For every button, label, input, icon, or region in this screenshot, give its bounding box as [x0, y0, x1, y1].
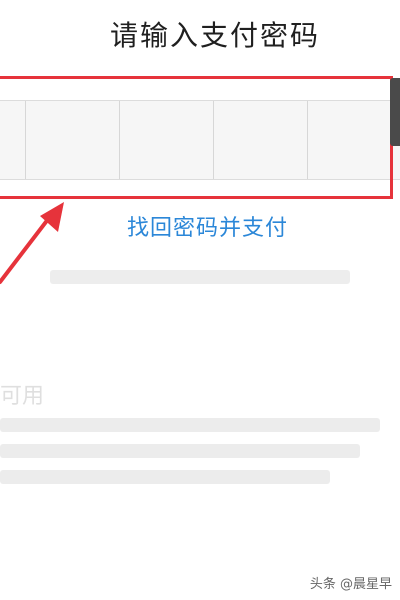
watermark-text: 头条 @晨星早 [309, 577, 392, 592]
background-line [0, 418, 380, 432]
scroll-handle[interactable] [390, 78, 400, 146]
background-heading: 可用 [0, 384, 45, 409]
password-input-area[interactable] [0, 80, 400, 200]
password-cell[interactable] [120, 101, 214, 179]
dialog-title: 请输入支付密码 [109, 19, 320, 52]
password-cell[interactable] [0, 101, 26, 179]
password-cell[interactable] [214, 101, 308, 179]
watermark: 头条 @晨星早 [310, 573, 392, 592]
password-cell[interactable] [308, 101, 400, 179]
background-page: 可用 [0, 240, 400, 600]
background-line [0, 444, 360, 458]
highlight-frame-bottom [0, 196, 392, 199]
background-line [0, 470, 330, 484]
password-input-box[interactable] [0, 100, 400, 180]
highlight-frame-top [0, 76, 392, 79]
background-line [50, 270, 350, 284]
recover-password-link[interactable]: 找回密码并支付 [127, 210, 288, 242]
password-cell[interactable] [26, 101, 120, 179]
